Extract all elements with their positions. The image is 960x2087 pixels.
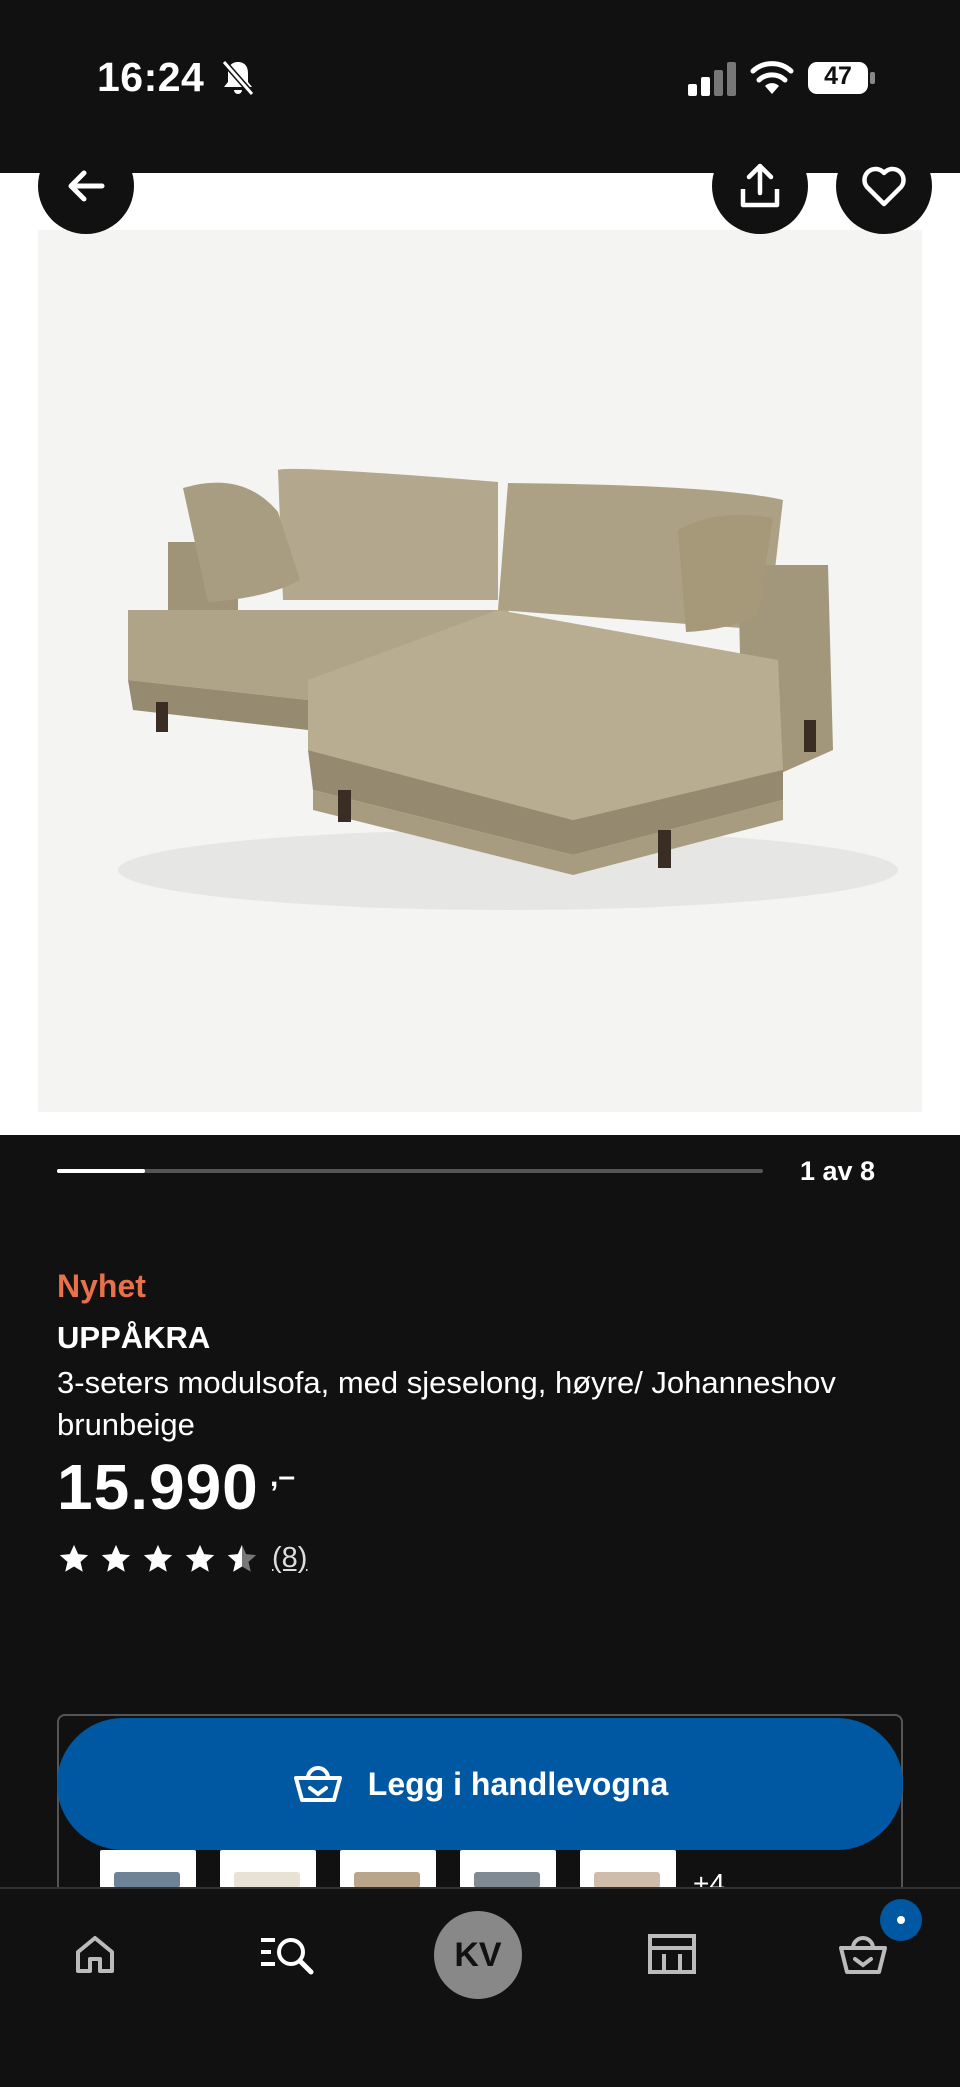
add-to-cart-button[interactable]: Legg i handlevogna xyxy=(57,1718,903,1850)
share-button[interactable] xyxy=(712,138,808,234)
search-list-icon xyxy=(261,1938,314,1975)
new-badge: Nyhet xyxy=(57,1268,146,1304)
add-to-cart-label: Legg i handlevogna xyxy=(367,1765,669,1802)
cart-badge xyxy=(880,1899,922,1941)
share-icon xyxy=(740,163,780,208)
status-time: 16:24 xyxy=(97,54,205,100)
variant-thumbnail[interactable] xyxy=(100,1850,196,1890)
home-icon xyxy=(76,1936,114,1973)
signal-icon xyxy=(688,62,736,96)
gallery-progress-fill xyxy=(57,1169,146,1173)
variant-thumbnail[interactable] xyxy=(580,1850,676,1890)
nav-store[interactable] xyxy=(637,1919,707,1989)
color-variant-thumbnails xyxy=(100,1850,676,1890)
variant-thumbnail[interactable] xyxy=(340,1850,436,1890)
variant-thumbnail[interactable] xyxy=(220,1850,316,1890)
nav-search[interactable] xyxy=(252,1919,322,1989)
gallery-counter: 1 av 8 xyxy=(800,1156,876,1186)
product-photo xyxy=(38,230,922,1112)
basket-icon xyxy=(293,1766,342,1802)
price-suffix: ,– xyxy=(270,1460,296,1493)
gallery-progress-bar xyxy=(57,1169,763,1173)
review-count-link[interactable]: (8) xyxy=(272,1542,307,1575)
product-image-gallery[interactable] xyxy=(0,138,960,1135)
star-full-icon xyxy=(59,1544,89,1572)
star-half-icon xyxy=(227,1544,257,1572)
product-price: 15.990 xyxy=(57,1451,259,1523)
star-full-icon xyxy=(185,1544,215,1572)
heart-icon xyxy=(862,166,906,207)
status-bar: 16:24 47 xyxy=(0,0,960,173)
sofa-image xyxy=(118,468,898,910)
nav-profile[interactable]: KV xyxy=(434,1911,522,1999)
product-description: 3-seters modulsofa, med sjeselong, høyre… xyxy=(57,1365,836,1442)
cart-basket-icon xyxy=(839,1936,887,1974)
back-button[interactable] xyxy=(38,138,134,234)
variant-thumbnail[interactable] xyxy=(460,1850,556,1890)
product-name: UPPÅKRA xyxy=(57,1320,211,1355)
favorite-button[interactable] xyxy=(836,138,932,234)
arrow-left-icon xyxy=(68,170,105,202)
nav-home[interactable] xyxy=(60,1919,130,1989)
star-full-icon xyxy=(101,1544,131,1572)
store-icon xyxy=(648,1934,696,1974)
battery-indicator: 47 xyxy=(808,60,876,96)
star-full-icon xyxy=(143,1544,173,1572)
bell-muted-icon xyxy=(221,60,255,96)
rating-stars[interactable] xyxy=(57,1542,259,1576)
bottom-navigation: KV xyxy=(0,1887,960,2087)
wifi-icon xyxy=(750,61,794,94)
battery-level: 47 xyxy=(824,62,852,90)
